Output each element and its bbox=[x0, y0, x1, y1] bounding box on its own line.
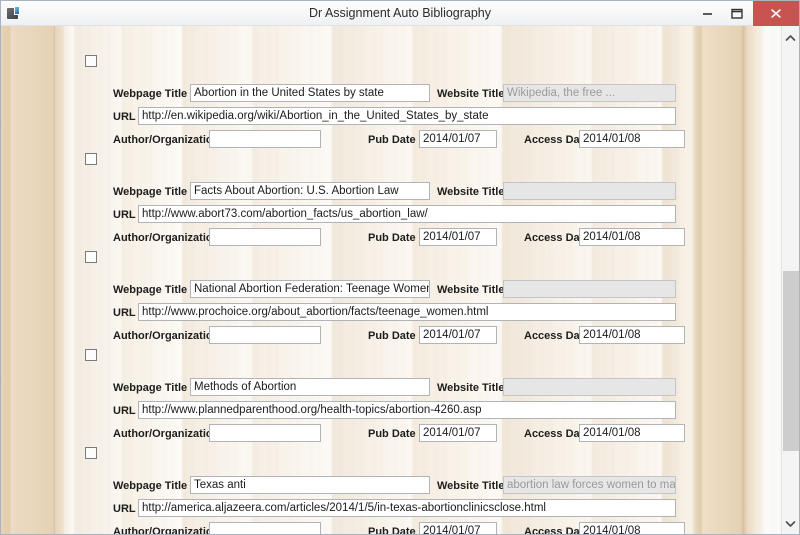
website-title-label: Website Title bbox=[437, 480, 505, 492]
webpage-title-input[interactable]: Methods of Abortion bbox=[190, 378, 430, 396]
minimize-icon bbox=[703, 12, 712, 15]
webpage-title-input[interactable]: Abortion in the United States by state bbox=[190, 84, 430, 102]
minimize-button[interactable] bbox=[693, 1, 722, 26]
url-input[interactable]: http://www.plannedparenthood.org/health-… bbox=[138, 401, 676, 419]
url-label: URL bbox=[113, 405, 136, 417]
website-title-input[interactable] bbox=[503, 280, 676, 298]
website-title-label: Website Title bbox=[437, 88, 505, 100]
chevron-down-icon bbox=[785, 520, 796, 527]
entry-select-checkbox[interactable] bbox=[85, 251, 97, 263]
webpage-title-label: Webpage Title bbox=[113, 284, 188, 296]
window-title: Dr Assignment Auto Bibliography bbox=[308, 5, 492, 20]
content-area: Webpage Title Website Title URL Author/Orga… bbox=[1, 26, 799, 534]
url-label: URL bbox=[113, 307, 136, 319]
website-title-input[interactable] bbox=[503, 378, 676, 396]
url-input[interactable]: http://www.abort73.com/abortion_facts/us… bbox=[138, 205, 676, 223]
url-label: URL bbox=[113, 503, 136, 515]
website-title-input[interactable] bbox=[503, 182, 676, 200]
webpage-title-label: Webpage Title bbox=[113, 186, 188, 198]
maximize-button[interactable] bbox=[722, 1, 751, 26]
bibliography-entry: Webpage Title Website Title URL Author/Orga… bbox=[1, 26, 781, 148]
entry-select-checkbox[interactable] bbox=[85, 55, 97, 67]
app-icon bbox=[6, 5, 22, 21]
chevron-up-icon bbox=[785, 34, 796, 41]
webpage-title-label: Webpage Title bbox=[113, 480, 188, 492]
website-title-input[interactable]: abortion law forces women to make bbox=[503, 476, 676, 494]
vertical-scrollbar[interactable] bbox=[781, 26, 799, 534]
title-bar: Dr Assignment Auto Bibliography bbox=[1, 1, 799, 26]
entry-select-checkbox[interactable] bbox=[85, 153, 97, 165]
webpage-title-input[interactable]: Texas anti bbox=[190, 476, 430, 494]
url-label: URL bbox=[113, 209, 136, 221]
bibliography-entry: Webpage Title Website Title URL Author/Orga… bbox=[1, 418, 781, 534]
webpage-title-label: Webpage Title bbox=[113, 88, 188, 100]
url-input[interactable]: http://en.wikipedia.org/wiki/Abortion_in… bbox=[138, 107, 676, 125]
application-window: Dr Assignment Auto Bibliography Webpage … bbox=[0, 0, 800, 535]
maximize-icon bbox=[730, 8, 743, 19]
entry-select-checkbox[interactable] bbox=[85, 447, 97, 459]
website-title-label: Website Title bbox=[437, 186, 505, 198]
scroll-down-button[interactable] bbox=[782, 515, 799, 532]
bibliography-entry: Webpage Title Website Title URL Author/Orga… bbox=[1, 320, 781, 442]
scroll-up-button[interactable] bbox=[782, 29, 799, 46]
app-icon-page bbox=[14, 6, 20, 15]
website-title-input[interactable]: Wikipedia, the free ... bbox=[503, 84, 676, 102]
url-input[interactable]: http://www.prochoice.org/about_abortion/… bbox=[138, 303, 676, 321]
close-button[interactable] bbox=[753, 1, 799, 26]
bibliography-entry-list: Webpage Title Website Title URL Author/Orga… bbox=[1, 26, 781, 534]
entry-select-checkbox[interactable] bbox=[85, 349, 97, 361]
url-label: URL bbox=[113, 111, 136, 123]
webpage-title-input[interactable]: Facts About Abortion: U.S. Abortion Law bbox=[190, 182, 430, 200]
close-icon bbox=[771, 8, 781, 18]
webpage-title-label: Webpage Title bbox=[113, 382, 188, 394]
url-input[interactable]: http://america.aljazeera.com/articles/20… bbox=[138, 499, 676, 517]
window-controls bbox=[693, 1, 799, 26]
bibliography-entry: Webpage Title Website Title URL Author/Orga… bbox=[1, 124, 781, 246]
website-title-label: Website Title bbox=[437, 284, 505, 296]
website-title-label: Website Title bbox=[437, 382, 505, 394]
scrollbar-thumb[interactable] bbox=[783, 271, 799, 451]
bibliography-entry: Webpage Title Website Title URL Author/Orga… bbox=[1, 222, 781, 344]
webpage-title-input[interactable]: National Abortion Federation: Teenage Wo… bbox=[190, 280, 430, 298]
